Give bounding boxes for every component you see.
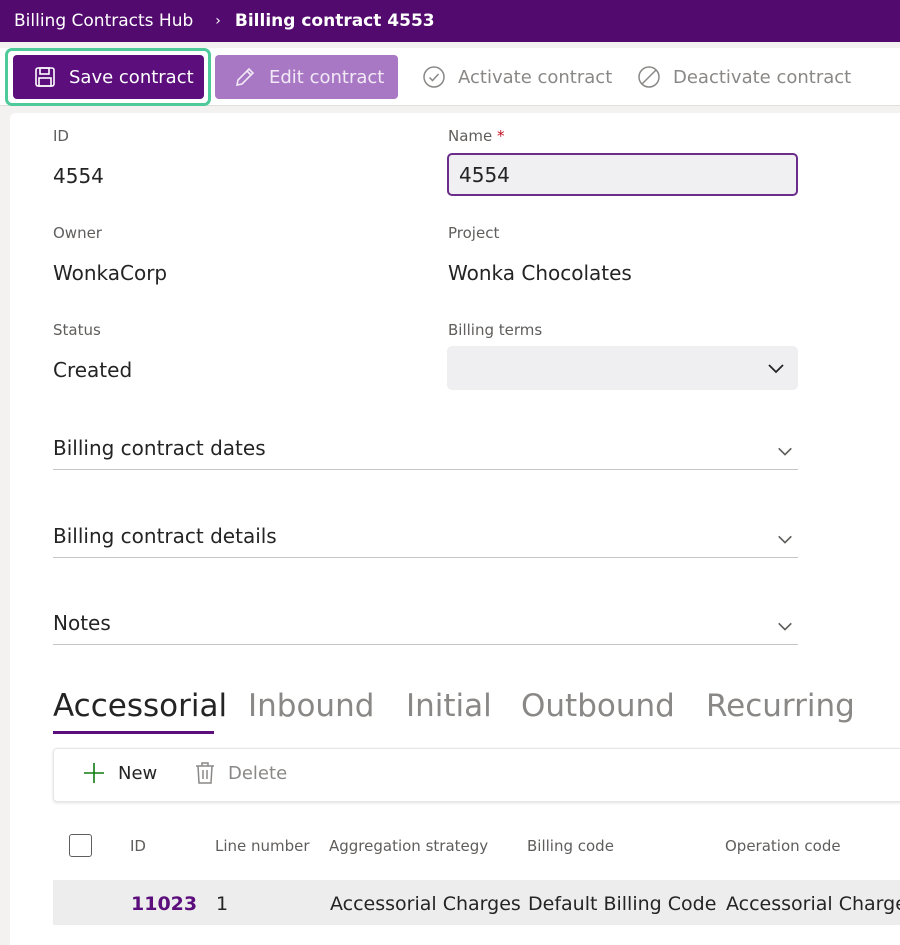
column-header-aggregation-strategy[interactable]: Aggregation strategy [329,837,488,855]
section-billing-contract-details[interactable]: Billing contract details [53,524,798,558]
tab-initial[interactable]: Initial [406,688,492,724]
grid-command-bar: New Delete [53,748,900,802]
status-value: Created [53,358,133,382]
required-marker: * [497,127,505,145]
trash-icon [194,761,216,785]
activate-contract-label: Activate contract [458,66,613,88]
tab-inbound[interactable]: Inbound [248,688,374,724]
column-header-operation-code[interactable]: Operation code [725,837,841,855]
project-label: Project [448,224,500,242]
billing-terms-label: Billing terms [448,321,543,339]
row-line-number: 1 [216,893,229,915]
row-aggregation-strategy: Accessorial Charges [330,893,521,915]
section-title: Notes [53,611,111,635]
tab-outbound[interactable]: Outbound [521,688,675,724]
id-value: 4554 [53,164,104,188]
billing-terms-select[interactable] [447,346,798,390]
section-title: Billing contract dates [53,436,266,460]
command-bar: Save contract Edit contract Activate con… [0,48,900,106]
delete-button[interactable]: Delete [194,761,287,785]
edit-contract-button[interactable]: Edit contract [215,55,398,99]
new-button[interactable]: New [82,761,157,785]
edit-contract-label: Edit contract [269,66,385,88]
tab-accessorial[interactable]: Accessorial [53,688,227,724]
chevron-down-icon [766,358,786,382]
tab-recurring[interactable]: Recurring [706,688,855,724]
project-value: Wonka Chocolates [448,261,632,285]
breadcrumb: Billing Contracts Hub › Billing contract… [0,0,900,42]
chevron-right-icon: › [215,13,221,29]
activate-contract-button[interactable]: Activate contract [422,55,612,99]
section-notes[interactable]: Notes [53,611,798,645]
chevron-down-icon [776,442,794,464]
save-icon [33,65,57,89]
delete-label: Delete [228,762,288,784]
deactivate-contract-label: Deactivate contract [673,66,852,88]
active-tab-indicator [53,731,214,734]
row-operation-code: Accessorial Charge [726,893,900,915]
chevron-down-icon [776,617,794,639]
save-contract-button[interactable]: Save contract [13,55,204,99]
row-id-link[interactable]: 11023 [131,893,197,915]
name-input[interactable]: 4554 [447,153,798,196]
column-header-line-number[interactable]: Line number [215,837,310,855]
deactivate-contract-button[interactable]: Deactivate contract [637,55,851,99]
name-label-text: Name [448,127,493,145]
select-all-checkbox[interactable] [69,834,92,857]
column-header-billing-code[interactable]: Billing code [527,837,614,855]
pencil-icon [233,65,257,89]
plus-icon [82,761,106,785]
save-contract-label: Save contract [69,66,194,88]
row-billing-code: Default Billing Code [528,893,717,915]
chevron-down-icon [776,530,794,552]
section-billing-contract-dates[interactable]: Billing contract dates [53,436,798,470]
owner-label: Owner [53,224,102,242]
name-label: Name * [448,127,505,145]
section-title: Billing contract details [53,524,277,548]
id-label: ID [53,127,69,145]
new-label: New [118,762,158,784]
column-header-id[interactable]: ID [130,837,146,855]
breadcrumb-app-link[interactable]: Billing Contracts Hub [0,11,193,31]
check-circle-icon [422,65,446,89]
block-icon [637,65,661,89]
owner-value: WonkaCorp [53,261,168,285]
status-label: Status [53,321,101,339]
breadcrumb-current: Billing contract 4553 [234,11,435,31]
